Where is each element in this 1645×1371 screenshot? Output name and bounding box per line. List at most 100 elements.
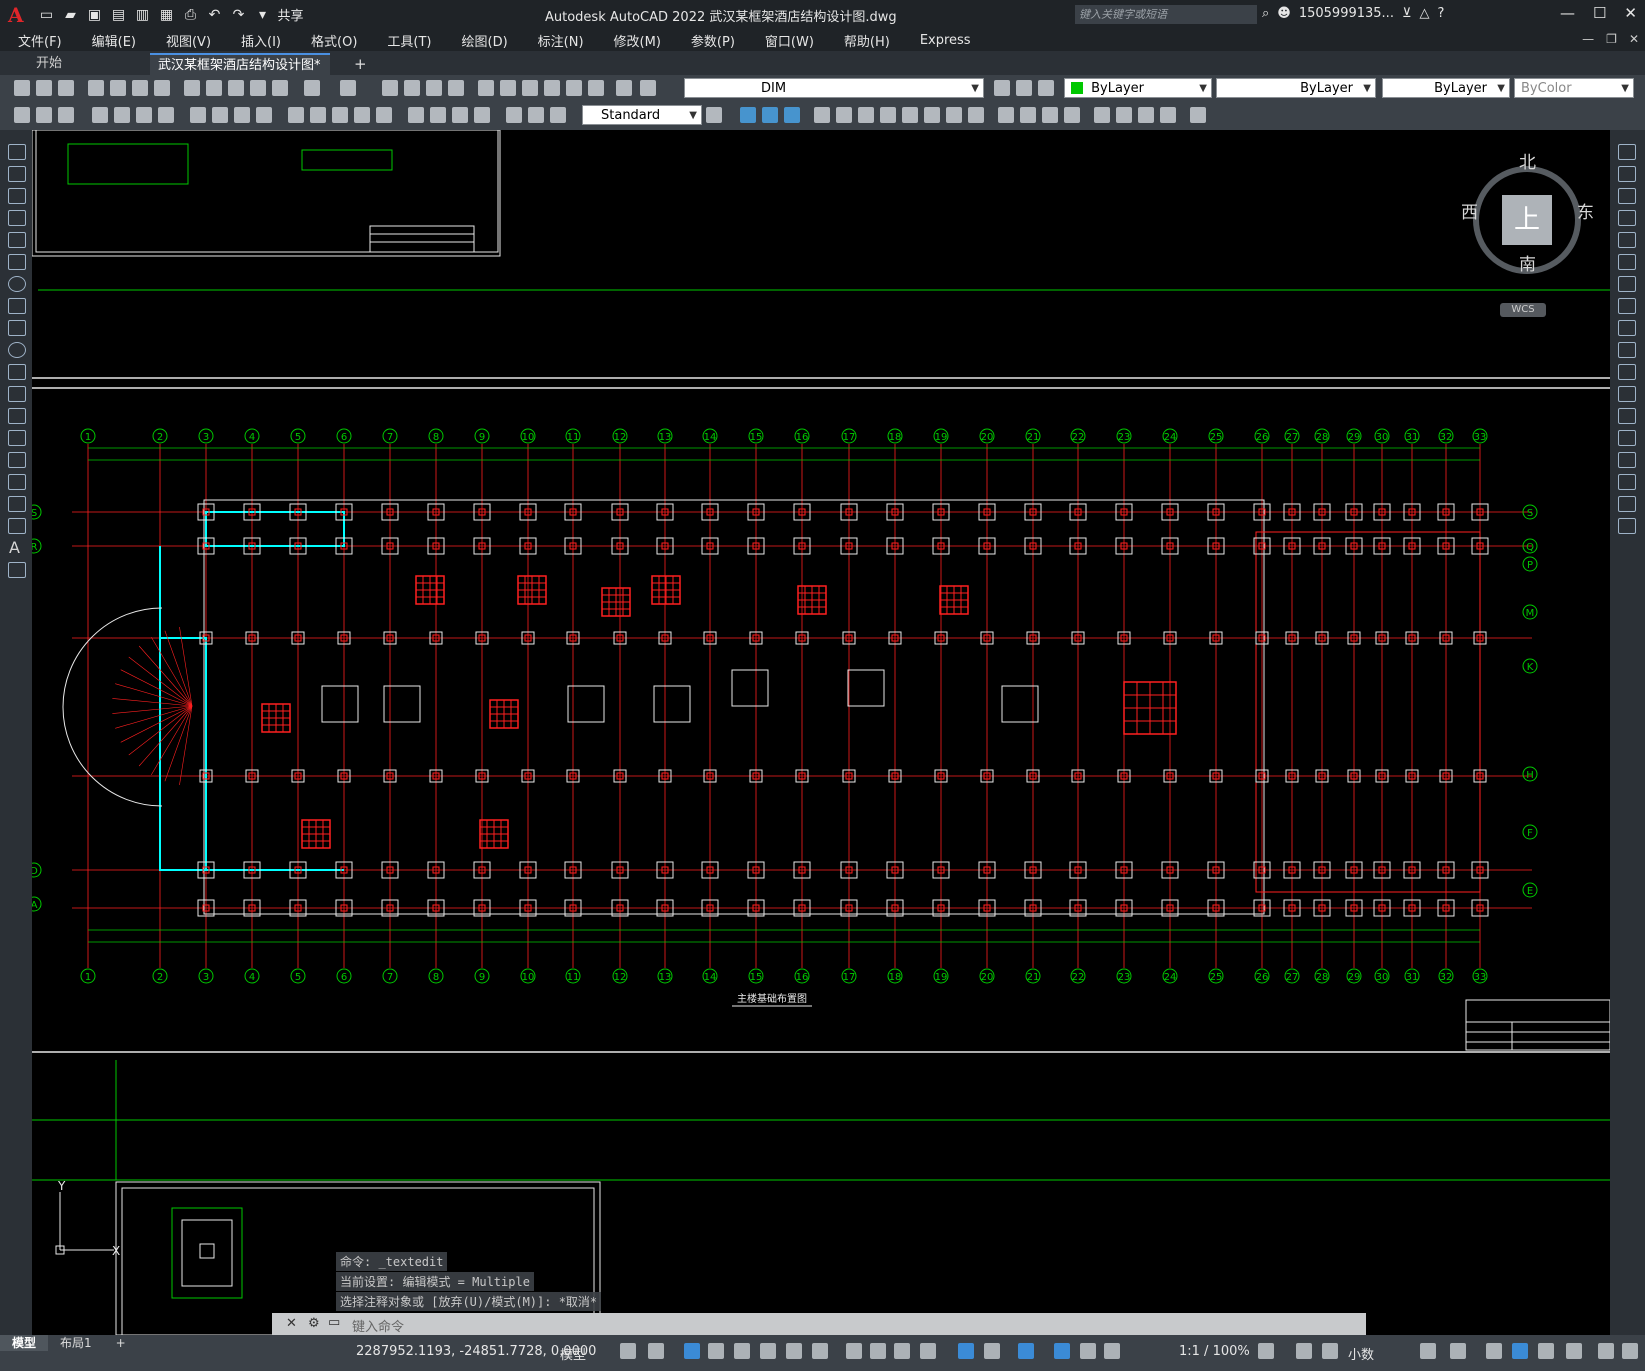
mtext-icon[interactable]: A xyxy=(9,538,20,557)
snap-icon[interactable] xyxy=(648,1343,664,1359)
solid-edit-icon[interactable] xyxy=(1160,107,1176,123)
move-faces-icon[interactable] xyxy=(836,107,852,123)
gradient-icon[interactable] xyxy=(8,474,26,490)
share-button[interactable]: 共享 xyxy=(278,5,304,24)
copy-object-icon[interactable] xyxy=(1618,166,1636,182)
fullscreen-icon[interactable] xyxy=(1598,1343,1614,1359)
insert-block-icon[interactable] xyxy=(8,386,26,402)
dim-style-icon[interactable] xyxy=(14,107,30,123)
isodraft-icon[interactable] xyxy=(734,1343,750,1359)
qnew-icon[interactable] xyxy=(14,80,30,96)
close-icon[interactable]: ✕ xyxy=(1624,4,1637,22)
status-menu-icon[interactable] xyxy=(1622,1343,1638,1359)
dim-break-icon[interactable] xyxy=(376,107,392,123)
jogged-linear-icon[interactable] xyxy=(474,107,490,123)
aligned-dim-icon[interactable] xyxy=(114,107,130,123)
redo-icon[interactable]: ↷ xyxy=(230,7,248,23)
mirror-icon[interactable] xyxy=(1618,188,1636,204)
help-icon[interactable]: ? xyxy=(1437,6,1444,21)
blend-curves-icon[interactable] xyxy=(1618,496,1636,512)
linetype-dropdown[interactable]: ByLayer ▼ xyxy=(1216,78,1376,98)
scale-icon[interactable] xyxy=(1618,298,1636,314)
jogged-dim-icon[interactable] xyxy=(212,107,228,123)
separate-icon[interactable] xyxy=(1094,107,1110,123)
compass-east[interactable]: 东 xyxy=(1577,198,1594,223)
layer-state-icon[interactable] xyxy=(1038,80,1054,96)
rectangle-icon[interactable] xyxy=(8,232,26,248)
angular-dim-icon[interactable] xyxy=(256,107,272,123)
menu-format[interactable]: 格式(O) xyxy=(311,31,357,50)
pan-icon[interactable] xyxy=(382,80,398,96)
linear-dim-icon[interactable] xyxy=(92,107,108,123)
save-as-icon[interactable]: ▤ xyxy=(110,7,128,23)
break-icon[interactable] xyxy=(1618,408,1636,424)
compass-south[interactable]: 南 xyxy=(1519,250,1536,275)
menu-express[interactable]: Express xyxy=(920,33,971,48)
dynamic-ucs-icon[interactable] xyxy=(958,1343,974,1359)
menu-dimension[interactable]: 标注(N) xyxy=(538,31,584,50)
zoom-previous-icon[interactable] xyxy=(448,80,464,96)
circle-icon[interactable] xyxy=(8,276,26,292)
cut-icon[interactable] xyxy=(184,80,200,96)
color-edges-icon[interactable] xyxy=(1020,107,1036,123)
radius-dim-icon[interactable] xyxy=(190,107,206,123)
new-icon[interactable]: ▭ xyxy=(38,7,56,23)
layer-merge-icon[interactable] xyxy=(58,107,74,123)
drawing-canvas[interactable]: 1 1 2 2 3 3 4 4 5 5 6 6 7 7 8 8 9 9 10 10 11 11 12 12 13 13 14 14 15… xyxy=(32,130,1610,1335)
selection-filter-icon[interactable] xyxy=(984,1343,1000,1359)
erase-icon[interactable] xyxy=(1618,144,1636,160)
match-properties-icon[interactable] xyxy=(250,80,266,96)
dim-text-edit-icon[interactable] xyxy=(528,107,544,123)
baseline-dim-icon[interactable] xyxy=(310,107,326,123)
revision-cloud-icon[interactable] xyxy=(8,298,26,314)
3d-osnap-icon[interactable] xyxy=(920,1343,936,1359)
sheet-set-icon[interactable] xyxy=(544,80,560,96)
wcs-menu[interactable]: WCS xyxy=(1500,303,1546,317)
tab-document[interactable]: 武汉某框架酒店结构设计图* ✕ xyxy=(150,53,330,95)
customization-icon[interactable] xyxy=(1566,1343,1582,1359)
dim-edit-icon[interactable] xyxy=(506,107,522,123)
object-snap-tracking-icon[interactable] xyxy=(760,1343,776,1359)
join-icon[interactable] xyxy=(1618,430,1636,446)
angle-icon[interactable] xyxy=(786,1343,802,1359)
make-current-icon[interactable] xyxy=(994,80,1010,96)
menu-insert[interactable]: 插入(I) xyxy=(241,31,281,50)
menu-view[interactable]: 视图(V) xyxy=(166,31,211,50)
compass-north[interactable]: 北 xyxy=(1519,148,1536,173)
explode-icon[interactable] xyxy=(1618,518,1636,534)
search-icon[interactable]: ⌕ xyxy=(1262,6,1269,21)
app-logo[interactable]: A xyxy=(8,3,24,27)
imprint-icon[interactable] xyxy=(1042,107,1058,123)
3d-print-icon[interactable] xyxy=(154,80,170,96)
new-tab-button[interactable]: + xyxy=(346,53,375,75)
ellipse-icon[interactable] xyxy=(8,342,26,358)
annotation-monitor-icon[interactable] xyxy=(1296,1343,1312,1359)
menu-help[interactable]: 帮助(H) xyxy=(844,31,890,50)
arc-length-icon[interactable] xyxy=(136,107,152,123)
solid-intersect-icon[interactable] xyxy=(784,107,800,123)
make-block-icon[interactable] xyxy=(8,408,26,424)
doc-close-icon[interactable]: ✕ xyxy=(1629,32,1639,46)
command-customize-icon[interactable]: ⚙ xyxy=(308,1316,320,1331)
point-icon[interactable] xyxy=(8,430,26,446)
publish-icon[interactable] xyxy=(132,80,148,96)
inspection-icon[interactable] xyxy=(452,107,468,123)
clean-icon[interactable] xyxy=(1064,107,1080,123)
offset-icon[interactable] xyxy=(1618,210,1636,226)
gizmo-icon[interactable] xyxy=(1018,1343,1034,1359)
workspace-icon[interactable] xyxy=(1258,1343,1274,1359)
web-mobile-save-icon[interactable]: ▦ xyxy=(158,7,176,23)
doc-restore-icon[interactable]: ❐ xyxy=(1606,32,1617,46)
plotstyle-dropdown[interactable]: ByColor ▼ xyxy=(1514,78,1634,98)
plot-icon[interactable]: ⎙ xyxy=(182,7,200,23)
quickcalc-icon[interactable] xyxy=(588,80,604,96)
viewcube-top-face[interactable]: 上 xyxy=(1502,195,1552,245)
save-icon[interactable]: ▣ xyxy=(86,7,104,23)
object-snap-icon[interactable] xyxy=(812,1343,828,1359)
chamfer-icon[interactable] xyxy=(1618,452,1636,468)
zoom-realtime-icon[interactable] xyxy=(404,80,420,96)
dim-style-manager-icon[interactable] xyxy=(706,107,722,123)
diameter-dim-icon[interactable] xyxy=(234,107,250,123)
add-layout-button[interactable]: + xyxy=(104,1335,138,1351)
annotation-scale-icon[interactable] xyxy=(1104,1343,1120,1359)
